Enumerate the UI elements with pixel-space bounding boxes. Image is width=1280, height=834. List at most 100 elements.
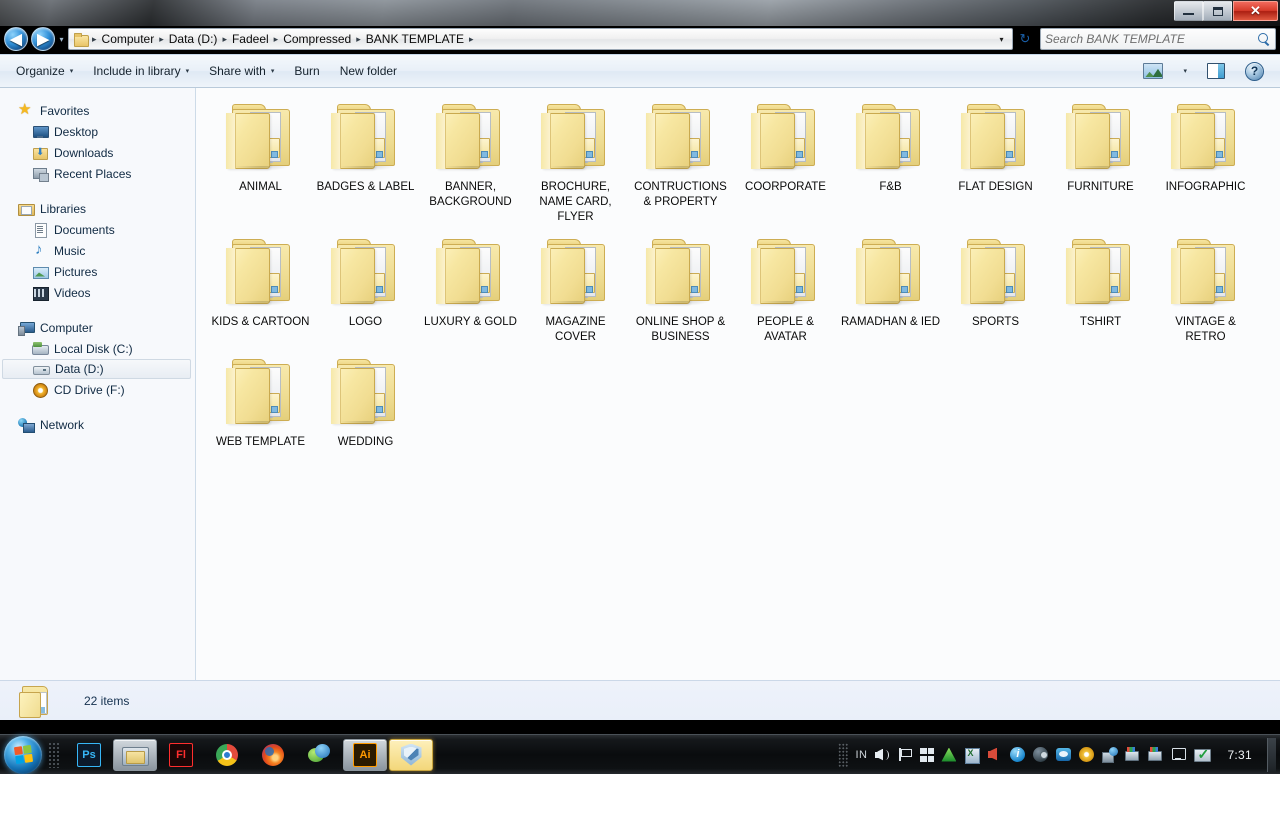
breadcrumb-item-data-d[interactable]: Data (D:) (165, 31, 222, 47)
clock[interactable]: 7:31 (1217, 748, 1260, 762)
sidebar-item-recent-places[interactable]: Recent Places (0, 163, 195, 184)
sidebar-item-desktop[interactable]: Desktop (0, 121, 195, 142)
file-item[interactable]: VINTAGE & RETRO (1153, 231, 1258, 345)
file-item[interactable]: KIDS & CARTOON (208, 231, 313, 345)
taskbar-grip[interactable] (48, 741, 60, 768)
file-item[interactable]: ONLINE SHOP & BUSINESS (628, 231, 733, 345)
taskbar-button-security-shield[interactable] (389, 738, 433, 771)
info-icon[interactable] (1010, 746, 1026, 763)
sidebar-item-downloads[interactable]: Downloads (0, 142, 195, 163)
include-in-library-button[interactable]: Include in library ▾ (83, 60, 199, 82)
breadcrumb-separator[interactable]: ▸ (158, 34, 165, 45)
file-item[interactable]: MAGAZINE COVER (523, 231, 628, 345)
address-bar[interactable]: ▸ Computer ▸ Data (D:) ▸ Fadeel ▸ Compre… (68, 28, 1013, 50)
breadcrumb-item-fadeel[interactable]: Fadeel (228, 31, 273, 47)
close-button[interactable]: ✕ (1233, 1, 1278, 21)
volume-icon[interactable] (874, 747, 890, 763)
red-speaker-icon[interactable] (987, 747, 1003, 763)
file-item[interactable]: SPORTS (943, 231, 1048, 345)
breadcrumb-item-bank-template[interactable]: BANK TEMPLATE (362, 31, 468, 47)
view-dropdown-button[interactable]: ▾ (1173, 63, 1197, 79)
folder-icon (329, 355, 403, 431)
sidebar-item-cd-drive-f[interactable]: CD Drive (F:) (0, 379, 195, 400)
file-item[interactable]: F&B (838, 96, 943, 225)
steam-icon[interactable] (1033, 746, 1049, 763)
remote-display-icon[interactable] (1171, 747, 1187, 763)
file-item[interactable]: BROCHURE, NAME CARD, FLYER (523, 96, 628, 225)
taskbar-button-photoshop[interactable]: Ps (67, 739, 111, 771)
start-button[interactable] (4, 735, 42, 774)
back-button[interactable]: ◀ (4, 27, 28, 51)
sidebar-item-documents[interactable]: Documents (0, 219, 195, 240)
taskbar-button-google-chrome[interactable] (205, 739, 249, 771)
new-folder-button[interactable]: New folder (330, 60, 407, 82)
file-item-label: BADGES & LABEL (316, 181, 415, 193)
file-item[interactable]: LUXURY & GOLD (418, 231, 523, 345)
action-center-flag-icon[interactable] (897, 747, 913, 763)
messenger-icon[interactable] (1056, 747, 1072, 763)
search-input[interactable] (1045, 32, 1257, 46)
checkmark-icon[interactable] (1194, 746, 1212, 763)
green-triangle-icon[interactable] (941, 747, 957, 763)
file-item[interactable]: FLAT DESIGN (943, 96, 1048, 225)
breadcrumb-item-computer[interactable]: Computer (98, 31, 159, 47)
language-indicator[interactable]: IN (855, 749, 867, 761)
network-tray-icon[interactable] (1102, 746, 1119, 763)
maximize-button[interactable] (1203, 1, 1232, 21)
file-item[interactable]: BANNER, BACKGROUND (418, 96, 523, 225)
preview-pane-button[interactable] (1197, 59, 1235, 83)
taskbar-button-windows-explorer[interactable] (113, 738, 157, 771)
file-item[interactable]: ANIMAL (208, 96, 313, 225)
search-box[interactable] (1040, 28, 1276, 50)
sidebar-item-pictures[interactable]: Pictures (0, 261, 195, 282)
spreadsheet-icon[interactable] (964, 747, 981, 764)
printer-icon[interactable] (1125, 746, 1141, 763)
taskbar-button-firefox[interactable] (251, 739, 295, 771)
recent-pages-button[interactable]: ▾ (55, 27, 68, 51)
sidebar-item-videos[interactable]: Videos (0, 282, 195, 303)
file-list-pane[interactable]: ANIMAL BADGES & LABEL BANNER, BACKGROUND BR… (196, 88, 1280, 680)
share-with-button[interactable]: Share with ▾ (199, 60, 284, 82)
sidebar-item-network[interactable]: Network (0, 414, 195, 435)
file-item[interactable]: INFOGRAPHIC (1153, 96, 1258, 225)
file-item[interactable]: RAMADHAN & IED (838, 231, 943, 345)
taskbar-button-download-manager[interactable] (297, 739, 341, 771)
file-item[interactable]: WEB TEMPLATE (208, 351, 313, 450)
file-item[interactable]: CONTRUCTIONS & PROPERTY (628, 96, 733, 225)
breadcrumb-separator[interactable]: ▸ (468, 34, 475, 45)
disc-icon[interactable] (1079, 746, 1095, 763)
breadcrumb-item-compressed[interactable]: Compressed (279, 31, 355, 47)
sidebar-item-music[interactable]: Music (0, 240, 195, 261)
change-view-button[interactable] (1133, 59, 1173, 83)
sidebar-item-libraries[interactable]: Libraries (0, 198, 195, 219)
file-item[interactable]: PEOPLE & AVATAR (733, 231, 838, 345)
burn-button[interactable]: Burn (284, 60, 329, 82)
file-item[interactable]: BADGES & LABEL (313, 96, 418, 225)
file-item[interactable]: WEDDING (313, 351, 418, 450)
navigation-pane[interactable]: Favorites Desktop Downloads Recent Place… (0, 88, 196, 680)
taskbar-button-illustrator[interactable]: Ai (343, 738, 387, 771)
taskbar-button-flash[interactable]: Fl (159, 739, 203, 771)
file-item[interactable]: FURNITURE (1048, 96, 1153, 225)
printer-icon-2[interactable] (1148, 746, 1164, 763)
address-dropdown-button[interactable]: ▾ (993, 29, 1010, 49)
refresh-button[interactable]: ↻ (1014, 28, 1036, 50)
minimize-button[interactable] (1174, 1, 1203, 21)
breadcrumb-separator[interactable]: ▸ (355, 34, 362, 45)
windows-icon[interactable] (920, 748, 935, 762)
tray-grip[interactable] (838, 742, 849, 767)
sidebar-item-computer[interactable]: Computer (0, 317, 195, 338)
hard-disk-icon (32, 341, 49, 357)
sidebar-item-favorites[interactable]: Favorites (0, 100, 195, 121)
libraries-icon (18, 201, 35, 217)
sidebar-item-data-d[interactable]: Data (D:) (2, 359, 191, 379)
breadcrumb-separator[interactable]: ▸ (221, 34, 228, 45)
file-item[interactable]: TSHIRT (1048, 231, 1153, 345)
file-item[interactable]: LOGO (313, 231, 418, 345)
sidebar-item-local-disk-c[interactable]: Local Disk (C:) (0, 338, 195, 359)
show-desktop-button[interactable] (1267, 737, 1276, 772)
help-button[interactable]: ? (1235, 58, 1274, 85)
forward-button[interactable]: ▶ (31, 27, 55, 51)
file-item[interactable]: COORPORATE (733, 96, 838, 225)
organize-button[interactable]: Organize ▾ (6, 60, 83, 82)
